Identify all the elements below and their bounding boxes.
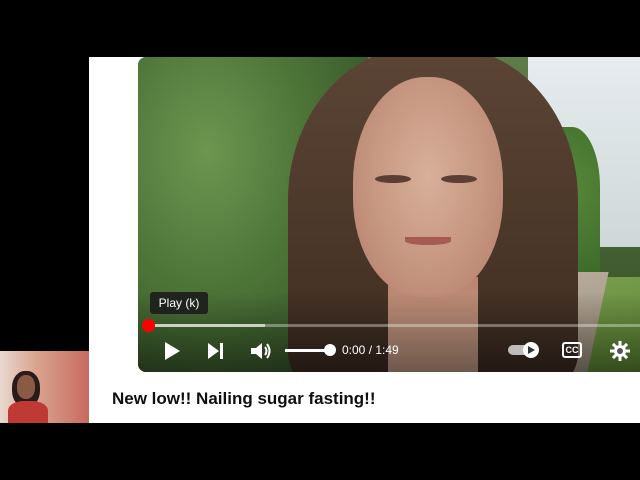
video-person-eye	[441, 175, 477, 183]
captions-button[interactable]: CC	[561, 341, 583, 359]
play-icon	[165, 342, 180, 360]
time-display: 0:00 / 1:49	[342, 343, 399, 357]
volume-icon	[251, 343, 271, 359]
next-button[interactable]	[204, 339, 228, 363]
next-icon	[208, 343, 223, 359]
play-tooltip: Play (k)	[150, 292, 208, 314]
video-player[interactable]	[138, 57, 640, 372]
webcam-overlay	[0, 351, 89, 423]
video-person-face	[353, 77, 503, 297]
video-title[interactable]: New low!! Nailing sugar fasting!!	[112, 389, 376, 409]
volume-slider-knob[interactable]	[324, 344, 336, 356]
autoplay-toggle-icon	[508, 342, 539, 358]
volume-button[interactable]	[249, 339, 273, 363]
video-person-mouth	[405, 237, 451, 245]
progress-bar[interactable]	[147, 324, 640, 327]
gear-icon	[610, 341, 630, 361]
webcam-person-shirt	[8, 401, 48, 423]
progress-scrubber[interactable]	[142, 319, 155, 332]
settings-button[interactable]	[608, 339, 632, 363]
play-button[interactable]	[160, 339, 184, 363]
progress-buffered	[147, 324, 266, 327]
webcam-person-face	[17, 375, 35, 399]
cc-icon: CC	[562, 342, 582, 358]
video-person-eye	[375, 175, 411, 183]
volume-slider-track[interactable]	[285, 349, 329, 352]
autoplay-toggle[interactable]	[508, 341, 540, 359]
